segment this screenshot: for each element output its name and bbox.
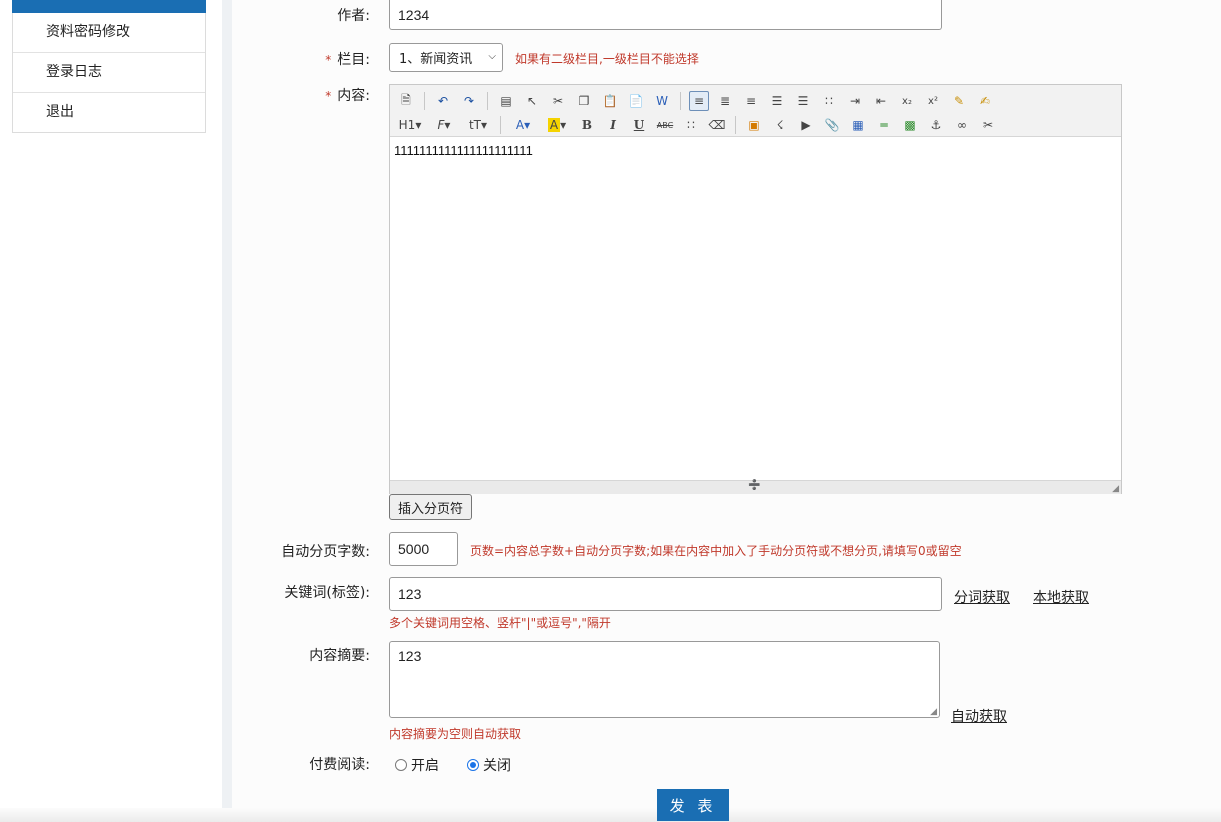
editor-statusbar: ➗ ◢ <box>390 480 1121 494</box>
sidebar: 资料密码修改 登录日志 退出 <box>0 0 222 822</box>
paid-label: 付费阅读: <box>309 757 370 773</box>
strikethrough-icon[interactable]: ABC <box>655 115 675 135</box>
paid-on-option[interactable]: 开启 <box>395 755 439 775</box>
media-icon[interactable]: ▶ <box>796 115 816 135</box>
subscript-icon[interactable]: x₂ <box>897 91 917 111</box>
line-height-icon[interactable]: ∷ <box>681 115 701 135</box>
source-icon[interactable]: 🗎 <box>396 91 416 111</box>
font-color-icon[interactable]: A▾ <box>509 115 537 135</box>
flash-icon[interactable]: ☇ <box>770 115 790 135</box>
required-mark: * <box>325 53 332 67</box>
toolbar-separator <box>680 92 681 110</box>
image-icon[interactable]: ▣ <box>744 115 764 135</box>
resize-corner-icon[interactable]: ◢ <box>1112 484 1119 494</box>
editor-content[interactable]: 1111111111111111111111 <box>390 137 1121 480</box>
paid-on-radio[interactable] <box>395 759 407 771</box>
ordered-list-icon[interactable]: ☰ <box>793 91 813 111</box>
font-family-icon[interactable]: F▾ <box>430 115 458 135</box>
emoticon-icon[interactable]: ▩ <box>900 115 920 135</box>
quick-format-icon[interactable]: ✍ <box>975 91 995 111</box>
keywords-hint: 多个关键词用空格、竖杆"|"或逗号","隔开 <box>389 616 611 630</box>
toolbar-row-1: 🗎 ↶ ↷ ▤ ↖ ✂ ❐ 📋 📄 W ≡ ≣ ≡ ☰ ☰ ∷ ⇥ ⇤ x₂ x… <box>396 89 1115 113</box>
column-select-value: 1、新闻资讯 <box>399 52 473 67</box>
link-icon[interactable]: ∞ <box>952 115 972 135</box>
sidebar-item-login-log[interactable]: 登录日志 <box>13 53 205 93</box>
paste-word-icon[interactable]: W <box>652 91 672 111</box>
resize-grip-icon[interactable]: ➗ <box>748 480 760 491</box>
toolbar-row-2: H1▾ F▾ tT▾ A▾ A ▾ B I U ABC ∷ ⌫ ▣ ☇ ▶ 📎 ▦… <box>396 113 1115 137</box>
undo-icon[interactable]: ↶ <box>433 91 453 111</box>
underline-icon[interactable]: U <box>629 115 649 135</box>
required-mark: * <box>325 89 332 103</box>
sidebar-item-profile-password[interactable]: 资料密码修改 <box>13 13 205 53</box>
column-hint: 如果有二级栏目,一级栏目不能选择 <box>515 52 699 66</box>
keywords-label: 关键词(标签): <box>284 585 370 601</box>
auto-page-field[interactable]: 5000 <box>389 532 458 566</box>
column-select[interactable]: 1、新闻资讯 ⌵ <box>389 43 503 72</box>
outdent-icon[interactable]: ⇤ <box>871 91 891 111</box>
attachment-icon[interactable]: 📎 <box>822 115 842 135</box>
paid-off-label: 关闭 <box>483 758 511 774</box>
unlink-icon[interactable]: ✂ <box>978 115 998 135</box>
paste-text-icon[interactable]: 📄 <box>626 91 646 111</box>
clear-format-icon[interactable]: ✎ <box>949 91 969 111</box>
content-label-text: 内容: <box>337 88 370 104</box>
column-label-text: 栏目: <box>337 52 370 68</box>
align-left-icon[interactable]: ≡ <box>689 91 709 111</box>
layout-divider <box>222 0 232 822</box>
summary-textarea[interactable]: 123 ◢ <box>389 641 940 718</box>
column-label: * 栏目: <box>230 49 370 69</box>
auto-summary-link[interactable]: 自动获取 <box>951 706 1007 726</box>
justify-icon[interactable]: ☰ <box>767 91 787 111</box>
eraser-icon[interactable]: ⌫ <box>707 115 727 135</box>
paid-off-radio[interactable] <box>467 759 479 771</box>
align-center-icon[interactable]: ≣ <box>715 91 735 111</box>
toolbar-separator <box>424 92 425 110</box>
font-size-icon[interactable]: tT▾ <box>464 115 492 135</box>
sidebar-item-logout[interactable]: 退出 <box>13 93 205 132</box>
hr-icon[interactable]: ═ <box>874 115 894 135</box>
select-icon[interactable]: ↖ <box>522 91 542 111</box>
author-label: 作者: <box>337 8 370 24</box>
paid-off-option[interactable]: 关闭 <box>467 755 511 775</box>
paid-on-label: 开启 <box>411 758 439 774</box>
chevron-down-icon: ⌵ <box>488 51 496 62</box>
editor-toolbar: 🗎 ↶ ↷ ▤ ↖ ✂ ❐ 📋 📄 W ≡ ≣ ≡ ☰ ☰ ∷ ⇥ ⇤ x₂ x… <box>390 85 1121 137</box>
bottom-shade <box>0 808 1221 822</box>
summary-hint: 内容摘要为空则自动获取 <box>389 727 522 741</box>
sidebar-menu: 资料密码修改 登录日志 退出 <box>12 13 206 133</box>
template-icon[interactable]: ▤ <box>496 91 516 111</box>
toolbar-separator <box>500 116 501 134</box>
copy-icon[interactable]: ❐ <box>574 91 594 111</box>
toolbar-separator <box>735 116 736 134</box>
keywords-field[interactable]: 123 <box>389 577 942 611</box>
cut-icon[interactable]: ✂ <box>548 91 568 111</box>
author-field[interactable]: 1234 <box>389 0 942 30</box>
auto-page-hint: 页数=内容总字数+自动分页字数;如果在内容中加入了手动分页符或不想分页,请填写0… <box>470 544 962 558</box>
toolbar-separator <box>487 92 488 110</box>
superscript-icon[interactable]: x² <box>923 91 943 111</box>
publish-button[interactable]: 发 表 <box>657 789 729 821</box>
indent-icon[interactable]: ⇥ <box>845 91 865 111</box>
summary-label: 内容摘要: <box>309 648 370 664</box>
auto-page-label: 自动分页字数: <box>281 544 370 560</box>
sidebar-header <box>12 0 206 13</box>
rich-text-editor: 🗎 ↶ ↷ ▤ ↖ ✂ ❐ 📋 📄 W ≡ ≣ ≡ ☰ ☰ ∷ ⇥ ⇤ x₂ x… <box>389 84 1122 494</box>
align-right-icon[interactable]: ≡ <box>741 91 761 111</box>
redo-icon[interactable]: ↷ <box>459 91 479 111</box>
anchor-icon[interactable]: ⚓ <box>926 115 946 135</box>
insert-page-break-button[interactable]: 插入分页符 <box>389 494 473 520</box>
paste-icon[interactable]: 📋 <box>600 91 620 111</box>
heading-icon[interactable]: H1▾ <box>396 115 424 135</box>
resize-corner-icon[interactable]: ◢ <box>930 706 937 717</box>
content-label: * 内容: <box>230 85 370 105</box>
bold-icon[interactable]: B <box>577 115 597 135</box>
highlight-icon[interactable]: A ▾ <box>543 115 571 135</box>
unordered-list-icon[interactable]: ∷ <box>819 91 839 111</box>
split-keywords-link[interactable]: 分词获取 <box>954 587 1010 607</box>
summary-value: 123 <box>398 648 422 664</box>
local-keywords-link[interactable]: 本地获取 <box>1033 587 1089 607</box>
italic-icon[interactable]: I <box>603 115 623 135</box>
table-icon[interactable]: ▦ <box>848 115 868 135</box>
